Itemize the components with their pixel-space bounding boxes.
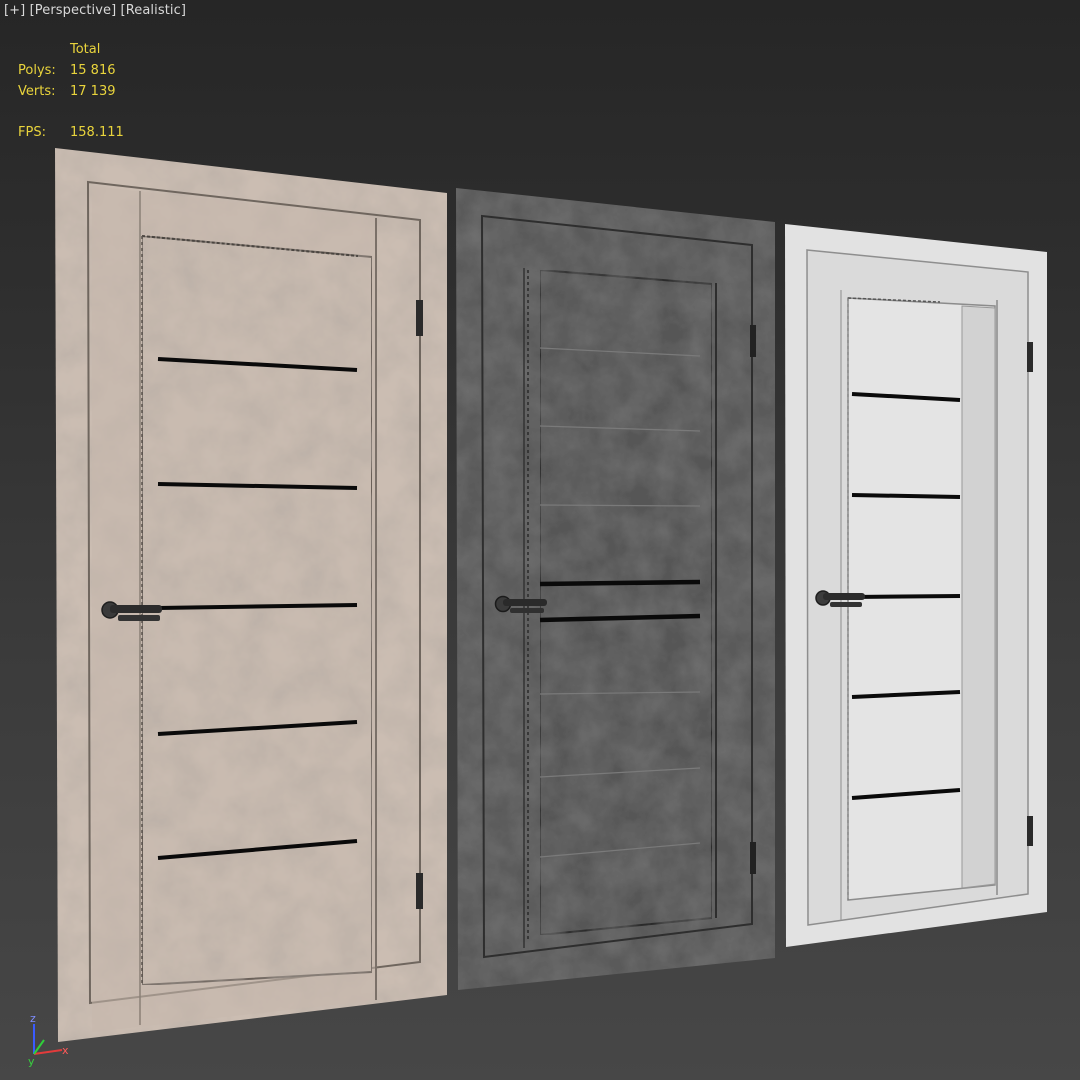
door-beige-concrete[interactable] — [55, 148, 447, 1042]
axis-z-label: z — [30, 1012, 36, 1025]
scene-render — [55, 148, 1047, 1042]
door-handle-icon — [815, 590, 865, 607]
door-panel — [141, 234, 373, 987]
viewport-perspective[interactable]: [+] [Perspective] [Realistic] Total Poly… — [0, 0, 1080, 1080]
hinge-icon — [416, 300, 423, 336]
hinge-icon — [1027, 816, 1033, 846]
hinge-icon — [750, 325, 756, 357]
glass-strip — [851, 594, 961, 599]
axis-x-label: x — [62, 1044, 69, 1057]
hinge-icon — [750, 842, 756, 874]
axis-gizmo-icon: z y x — [28, 1012, 69, 1068]
glass-strip — [539, 579, 701, 587]
hinge-icon — [1027, 342, 1033, 372]
hinge-icon — [416, 873, 423, 909]
axis-y-label: y — [28, 1055, 35, 1068]
door-white[interactable] — [785, 224, 1047, 947]
door-side-stile — [961, 305, 996, 889]
door-dark-concrete[interactable] — [456, 188, 775, 990]
door-panel — [539, 268, 713, 937]
glass-strip — [851, 493, 961, 499]
